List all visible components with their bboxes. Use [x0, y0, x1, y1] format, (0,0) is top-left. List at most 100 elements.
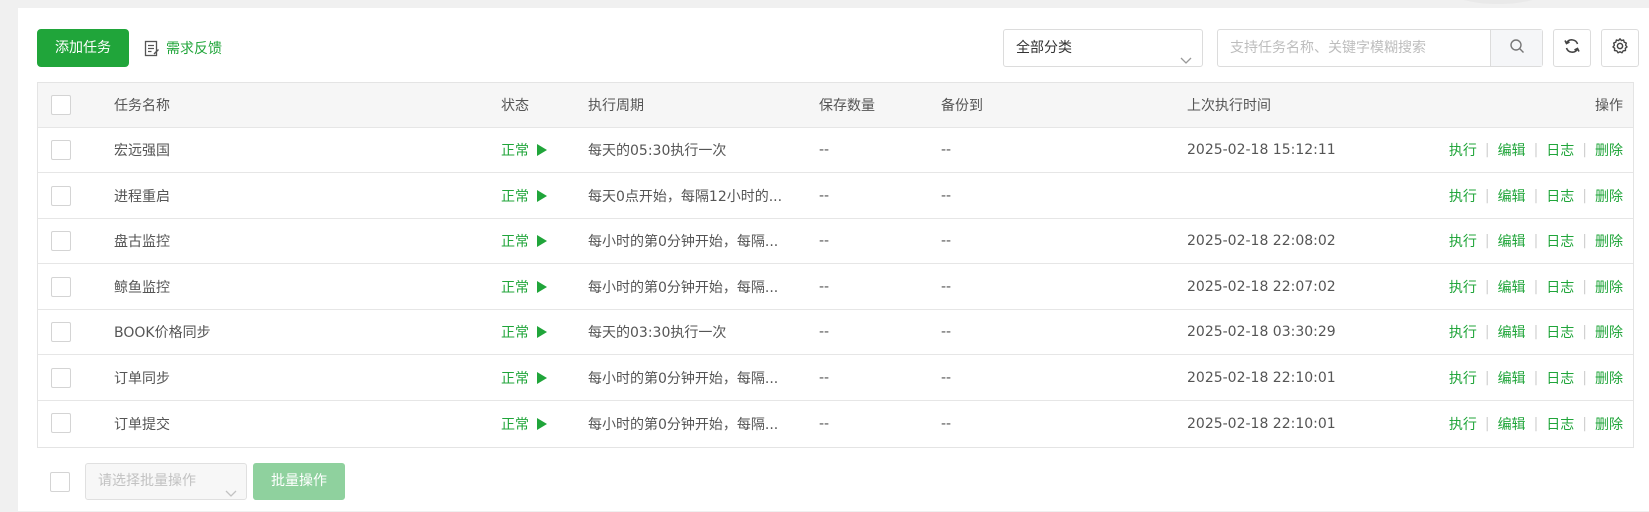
action-separator: |	[1582, 279, 1587, 295]
status-toggle[interactable]: 正常	[501, 356, 547, 400]
status-text: 正常	[501, 371, 529, 387]
table-row: BOOK价格同步 正常 每天的03:30执行一次 -- -- 2025-02-18 03:…	[38, 310, 1633, 355]
status-text: 正常	[501, 416, 529, 433]
status-toggle[interactable]: 正常	[501, 174, 547, 218]
run-link[interactable]: 执行	[1449, 140, 1477, 160]
log-link[interactable]: 日志	[1546, 277, 1574, 297]
gear-icon	[1611, 37, 1629, 59]
status-toggle[interactable]: 正常	[501, 128, 547, 172]
batch-action-button[interactable]: 批量操作	[253, 463, 345, 500]
search-box	[1217, 29, 1543, 67]
task-name: 订单提交	[114, 416, 170, 433]
action-separator: |	[1533, 188, 1539, 204]
task-backup: --	[941, 370, 952, 386]
footer-select-all-checkbox[interactable]	[50, 472, 70, 492]
row-actions: 执行 | 编辑 | 日志 | 删除	[1449, 128, 1623, 172]
delete-link[interactable]: 删除	[1595, 368, 1623, 388]
task-count: --	[819, 233, 830, 249]
status-toggle[interactable]: 正常	[501, 219, 547, 263]
action-separator: |	[1582, 415, 1587, 432]
header-name: 任务名称	[114, 98, 170, 114]
search-button[interactable]	[1490, 30, 1542, 66]
batch-action-select[interactable]: 请选择批量操作	[85, 463, 247, 500]
task-backup: --	[941, 279, 952, 295]
chevron-down-icon	[225, 477, 237, 512]
refresh-button[interactable]	[1553, 29, 1591, 67]
edit-link[interactable]: 编辑	[1498, 186, 1526, 206]
add-task-button[interactable]: 添加任务	[37, 29, 129, 67]
action-separator: |	[1582, 188, 1587, 204]
action-separator: |	[1484, 233, 1490, 249]
task-backup: --	[941, 142, 952, 158]
table-row: 订单提交 正常 每小时的第0分钟开始，每隔... -- -- 2025-02-18 22:…	[38, 401, 1633, 446]
delete-link[interactable]: 删除	[1595, 322, 1623, 342]
task-last-run: 2025-02-18 15:12:11	[1187, 142, 1336, 158]
edit-link[interactable]: 编辑	[1498, 140, 1526, 160]
status-toggle[interactable]: 正常	[501, 310, 547, 354]
edit-link[interactable]: 编辑	[1498, 277, 1526, 297]
run-link[interactable]: 执行	[1449, 368, 1477, 388]
task-count: --	[819, 142, 830, 158]
delete-link[interactable]: 删除	[1595, 186, 1623, 206]
task-name: 盘古监控	[114, 234, 170, 250]
row-checkbox[interactable]	[51, 277, 71, 297]
row-actions: 执行 | 编辑 | 日志 | 删除	[1449, 401, 1623, 446]
run-link[interactable]: 执行	[1449, 414, 1477, 434]
row-checkbox[interactable]	[51, 413, 71, 433]
play-icon	[537, 144, 547, 156]
row-checkbox[interactable]	[51, 368, 71, 388]
row-checkbox[interactable]	[51, 140, 71, 160]
log-link[interactable]: 日志	[1546, 322, 1574, 342]
task-last-run: 2025-02-18 22:07:02	[1187, 279, 1336, 295]
feedback-link[interactable]: 需求反馈	[144, 36, 222, 60]
delete-link[interactable]: 删除	[1595, 231, 1623, 251]
select-all-checkbox[interactable]	[51, 95, 71, 115]
header-last-run: 上次执行时间	[1187, 98, 1271, 114]
task-cycle: 每小时的第0分钟开始，每隔...	[588, 234, 779, 250]
row-checkbox[interactable]	[51, 231, 71, 251]
edit-link[interactable]: 编辑	[1498, 414, 1526, 434]
table-row: 鲸鱼监控 正常 每小时的第0分钟开始，每隔... -- -- 2025-02-18 22:…	[38, 265, 1633, 310]
refresh-icon	[1563, 37, 1581, 59]
row-actions: 执行 | 编辑 | 日志 | 删除	[1449, 265, 1623, 309]
task-last-run: 2025-02-18 22:10:01	[1187, 370, 1336, 386]
edit-link[interactable]: 编辑	[1498, 322, 1526, 342]
delete-link[interactable]: 删除	[1595, 414, 1623, 434]
play-icon	[537, 417, 547, 430]
row-checkbox[interactable]	[51, 186, 71, 206]
table-header: 任务名称 状态 执行周期 保存数量 备份到 上次执行时间 操作	[38, 83, 1633, 128]
log-link[interactable]: 日志	[1546, 368, 1574, 388]
log-link[interactable]: 日志	[1546, 140, 1574, 160]
action-separator: |	[1582, 233, 1587, 249]
edit-link[interactable]: 编辑	[1498, 231, 1526, 251]
run-link[interactable]: 执行	[1449, 186, 1477, 206]
run-link[interactable]: 执行	[1449, 277, 1477, 297]
search-input[interactable]	[1218, 30, 1490, 66]
log-link[interactable]: 日志	[1546, 231, 1574, 251]
action-separator: |	[1582, 324, 1587, 340]
status-toggle[interactable]: 正常	[501, 265, 547, 309]
delete-link[interactable]: 删除	[1595, 140, 1623, 160]
log-link[interactable]: 日志	[1546, 186, 1574, 206]
status-text: 正常	[501, 189, 529, 205]
header-ops: 操作	[1595, 98, 1623, 114]
task-backup: --	[941, 415, 952, 432]
corner-decoration	[1438, 0, 1558, 4]
run-link[interactable]: 执行	[1449, 231, 1477, 251]
play-icon	[537, 235, 547, 247]
delete-link[interactable]: 删除	[1595, 277, 1623, 297]
play-icon	[537, 190, 547, 202]
status-toggle[interactable]: 正常	[501, 401, 547, 446]
edit-link[interactable]: 编辑	[1498, 368, 1526, 388]
task-cycle: 每小时的第0分钟开始，每隔...	[588, 416, 779, 433]
settings-button[interactable]	[1601, 29, 1639, 67]
action-separator: |	[1484, 142, 1490, 158]
category-select[interactable]: 全部分类	[1003, 29, 1203, 67]
log-link[interactable]: 日志	[1546, 414, 1574, 434]
run-link[interactable]: 执行	[1449, 322, 1477, 342]
task-last-run: 2025-02-18 22:08:02	[1187, 233, 1336, 249]
header-status: 状态	[501, 98, 529, 114]
row-checkbox[interactable]	[51, 322, 71, 342]
task-last-run: 2025-02-18 03:30:29	[1187, 324, 1336, 340]
task-cycle: 每小时的第0分钟开始，每隔...	[588, 280, 779, 296]
